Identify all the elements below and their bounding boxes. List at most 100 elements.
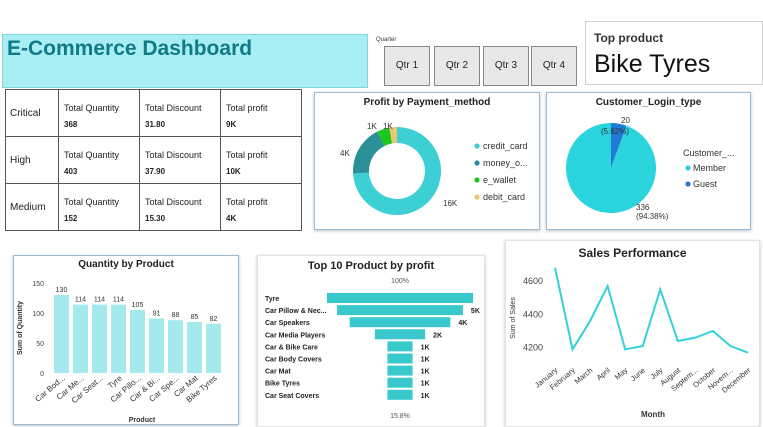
matrix-cell: Total profit 10K (220, 136, 302, 184)
y-tick-label: 100 (32, 311, 44, 318)
bar (73, 304, 88, 373)
pie-slice (566, 123, 656, 213)
bar-data-label: 105 (132, 302, 144, 309)
bar-data-label: 114 (94, 297, 105, 304)
bar (149, 318, 164, 373)
dashboard-title-bar: E-Commerce Dashboard (2, 34, 368, 88)
bar (111, 304, 126, 373)
quarter-button-2[interactable]: Qtr 2 (434, 46, 480, 86)
x-tick-label: May (613, 365, 630, 381)
matrix-cell: Total profit 9K (220, 89, 302, 137)
funnel-data-label: 1K (421, 381, 430, 388)
matrix-cell-value: 9K (226, 120, 237, 129)
funnel-data-label: 1K (421, 357, 430, 364)
top-product-value: Bike Tyres (594, 50, 711, 78)
y-tick-label: 150 (32, 281, 44, 288)
legend-marker (685, 165, 691, 171)
donut-slice (353, 131, 385, 174)
legend-title: Customer_... (683, 148, 735, 158)
matrix-cell-label: Total Discount (145, 103, 202, 113)
matrix-cell: Total Discount 37.90 (139, 136, 221, 184)
matrix-cell-label: Total profit (226, 103, 268, 113)
funnel-data-label: 5K (471, 308, 480, 315)
matrix-cell: Total Quantity 403 (58, 136, 140, 184)
funnel-category-label: Car Seat Covers (265, 393, 319, 400)
matrix-cell-value: 15.30 (145, 214, 166, 223)
funnel-data-label: 1K (421, 344, 430, 351)
x-tick-label: March (573, 366, 595, 386)
bar-data-label: 114 (113, 297, 124, 304)
funnel-data-label: 4K (458, 320, 467, 327)
top-products-card: Top 10 Product by profit 100% Tyre Car Pil… (257, 255, 485, 427)
bar-data-label: 114 (75, 297, 86, 304)
funnel-bar (387, 389, 413, 400)
matrix-cell: Total Discount 31.80 (139, 89, 221, 137)
funnel-category-label: Car Body Covers (265, 357, 322, 364)
matrix-cell-label: Total Quantity (64, 197, 120, 207)
legend-entry: credit_card (483, 141, 528, 151)
matrix-cell: Total profit 4K (220, 183, 302, 231)
priority-matrix: Critical Total Quantity 368 Total Discoun… (5, 89, 302, 231)
bar-data-label: 82 (210, 316, 218, 323)
legend-entry: Member (693, 163, 726, 173)
top-products-funnel: 100% Tyre Car Pillow & Nec... 5K Car Speaker… (265, 278, 480, 420)
funnel-category-label: Tyre (265, 296, 279, 303)
funnel-bar (387, 377, 413, 388)
y-tick-label: 4400 (523, 309, 543, 319)
quarter-button-4[interactable]: Qtr 4 (531, 46, 577, 86)
funnel-data-label: 2K (433, 332, 442, 339)
pie-data-label: 336 (636, 203, 650, 212)
legend-marker (474, 194, 480, 200)
bar-data-label: 91 (153, 310, 161, 317)
donut-data-label: 1K (383, 122, 393, 131)
matrix-cell-label: Total profit (226, 150, 268, 160)
matrix-cell-label: Total Discount (145, 150, 202, 160)
funnel-category-label: Car Mat (265, 369, 291, 376)
matrix-cell-value: 31.80 (145, 120, 166, 129)
quantity-bar-chart: 050100150Sum of Quantity130Car Bod...114… (17, 281, 221, 424)
top-product-label: Top product (594, 31, 664, 45)
quarter-slicer-label: Quarter (376, 37, 397, 43)
legend-entry: money_o... (483, 158, 528, 168)
funnel-data-label: 1K (421, 393, 430, 400)
bar (54, 295, 69, 373)
login-type-card: Customer_Login_type 20 (5.62%) 336 (94.38%)… (546, 92, 751, 230)
funnel-bar (387, 365, 413, 376)
funnel-category-label: Car & Bike Care (265, 344, 318, 351)
funnel-bar (337, 305, 463, 316)
pie-data-label: (5.62%) (601, 127, 629, 136)
quantity-by-product-card: Quantity by Product 0 50 100 150 Sum of Quan… (13, 255, 239, 425)
funnel-bottom-label: 15.8% (390, 413, 410, 420)
y-tick-label: 4600 (523, 276, 543, 286)
pie-data-label: 20 (621, 116, 630, 125)
bar (187, 322, 202, 373)
bar (130, 310, 145, 373)
funnel-category-label: Bike Tyres (265, 381, 300, 388)
funnel-category-label: Car Media Players (265, 332, 325, 339)
quarter-button-1[interactable]: Qtr 1 (384, 46, 430, 86)
quarter-button-3[interactable]: Qtr 3 (483, 46, 529, 86)
bar-data-label: 88 (172, 312, 180, 319)
matrix-cell: Total Discount 15.30 (139, 183, 221, 231)
funnel-bar (387, 353, 413, 364)
matrix-cell-value: 10K (226, 167, 241, 176)
matrix-cell-value: 4K (226, 214, 237, 223)
funnel-category-label: Car Speakers (265, 320, 310, 327)
legend-marker (474, 143, 480, 149)
login-pie-chart: 20 (5.62%) 336(94.38%) Customer_... Member Gu… (566, 116, 735, 221)
y-axis-title: Sum of Quantity (17, 301, 24, 355)
x-axis-title: Month (641, 410, 665, 419)
legend-marker (474, 160, 480, 166)
bar (168, 320, 183, 373)
y-tick-label: 50 (36, 341, 44, 348)
matrix-cell-label: Total Quantity (64, 150, 120, 160)
matrix-cell: Total Quantity 152 (58, 183, 140, 231)
y-tick-label: 4200 (523, 343, 543, 353)
funnel-data-label: 1K (421, 369, 430, 376)
funnel-bar (327, 293, 473, 303)
y-axis-title: Sum of Sales (510, 297, 517, 339)
bar (206, 323, 221, 373)
funnel-bar (349, 317, 451, 328)
x-tick-label: June (629, 366, 647, 383)
matrix-row-label: Medium (5, 183, 59, 231)
